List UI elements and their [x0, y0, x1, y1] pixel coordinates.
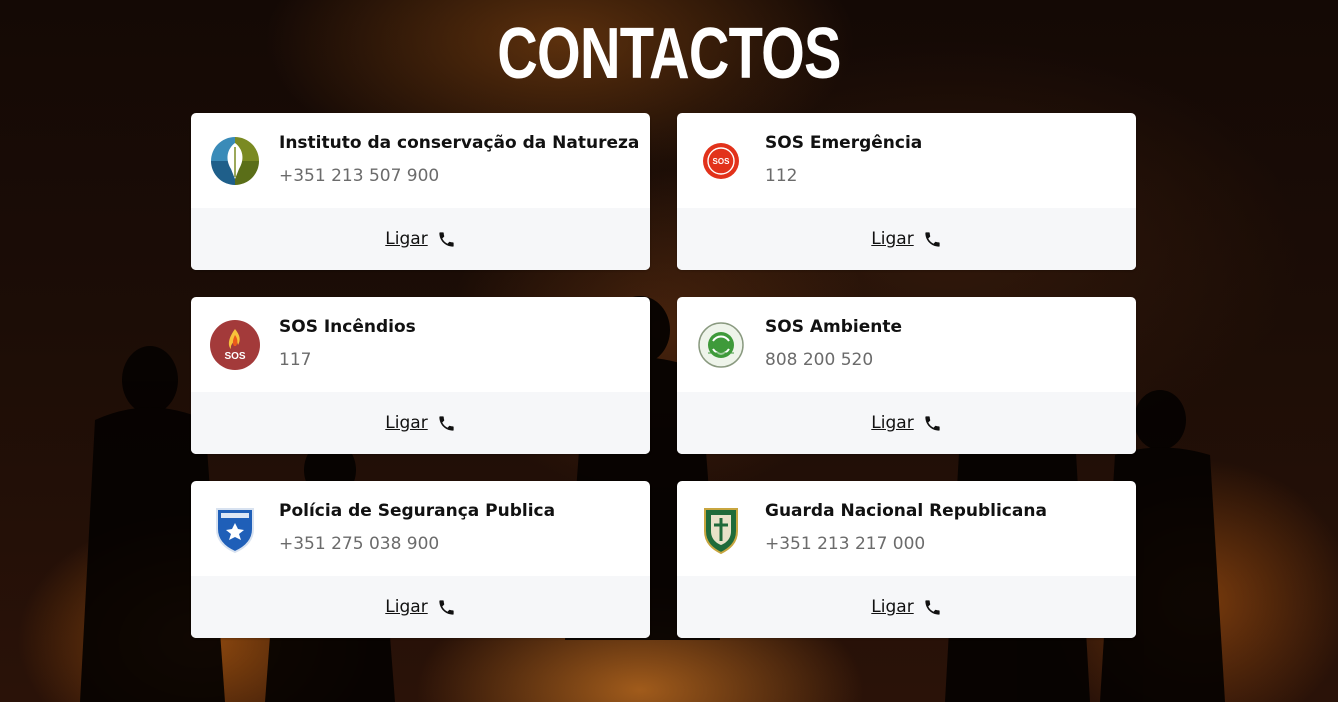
- phone-icon: [437, 598, 456, 617]
- contact-card: SOS SOS Incêndios 117 Ligar: [191, 297, 650, 454]
- contact-card-body: SOS SOS Emergência 112: [677, 113, 1136, 208]
- gnr-logo-icon: [695, 503, 747, 555]
- svg-text:SOS: SOS: [224, 351, 245, 362]
- phone-icon: [437, 414, 456, 433]
- phone-icon: [923, 414, 942, 433]
- call-label: Ligar: [871, 413, 914, 433]
- call-button[interactable]: Ligar: [385, 229, 455, 249]
- contact-card-footer: Ligar: [191, 392, 650, 454]
- call-button[interactable]: Ligar: [385, 413, 455, 433]
- contact-name: Guarda Nacional Republicana: [765, 501, 1047, 521]
- call-button[interactable]: Ligar: [871, 597, 941, 617]
- contact-card: Guarda Nacional Republicana +351 213 217…: [677, 481, 1136, 638]
- call-label: Ligar: [385, 597, 428, 617]
- call-label: Ligar: [385, 413, 428, 433]
- contact-card-footer: Ligar: [191, 208, 650, 270]
- contact-card-body: Instituto da conservação da Natureza +35…: [191, 113, 650, 208]
- contact-name: Instituto da conservação da Natureza: [279, 133, 640, 153]
- contact-name: SOS Emergência: [765, 133, 923, 153]
- call-button[interactable]: Ligar: [385, 597, 455, 617]
- contact-phone: +351 275 038 900: [279, 534, 440, 554]
- icnf-logo-icon: [209, 135, 261, 187]
- contact-card-footer: Ligar: [677, 208, 1136, 270]
- contact-card: Polícia de Segurança Publica +351 275 03…: [191, 481, 650, 638]
- call-button[interactable]: Ligar: [871, 229, 941, 249]
- contact-card-footer: Ligar: [677, 392, 1136, 454]
- contact-phone: 808 200 520: [765, 350, 874, 370]
- contact-card-body: SOS SOS Incêndios 117: [191, 297, 650, 392]
- contact-card-footer: Ligar: [677, 576, 1136, 638]
- contact-phone: +351 213 507 900: [279, 166, 440, 186]
- contact-name: Polícia de Segurança Publica: [279, 501, 556, 521]
- svg-text:SOS: SOS: [713, 157, 731, 166]
- call-label: Ligar: [871, 597, 914, 617]
- contact-phone: +351 213 217 000: [765, 534, 926, 554]
- page-title: CONTACTOS: [497, 14, 841, 94]
- call-label: Ligar: [385, 229, 428, 249]
- contact-card: SOS SOS Emergência 112 Ligar: [677, 113, 1136, 270]
- phone-icon: [437, 230, 456, 249]
- contact-card-body: Guarda Nacional Republicana +351 213 217…: [677, 481, 1136, 576]
- contact-name: SOS Ambiente: [765, 317, 903, 337]
- contact-phone: 112: [765, 166, 798, 186]
- contact-card: SOS Ambiente 808 200 520 Ligar: [677, 297, 1136, 454]
- contact-card-footer: Ligar: [191, 576, 650, 638]
- contact-card-body: Polícia de Segurança Publica +351 275 03…: [191, 481, 650, 576]
- sos-emergencia-logo-icon: SOS: [695, 135, 747, 187]
- contact-phone: 117: [279, 350, 312, 370]
- contact-card-body: SOS Ambiente 808 200 520: [677, 297, 1136, 392]
- psp-logo-icon: [209, 503, 261, 555]
- call-label: Ligar: [871, 229, 914, 249]
- phone-icon: [923, 598, 942, 617]
- contact-name: SOS Incêndios: [279, 317, 416, 337]
- sos-ambiente-logo-icon: [695, 319, 747, 371]
- phone-icon: [923, 230, 942, 249]
- call-button[interactable]: Ligar: [871, 413, 941, 433]
- sos-incendios-logo-icon: SOS: [209, 319, 261, 371]
- contacts-grid: Instituto da conservação da Natureza +35…: [191, 113, 1136, 638]
- contact-card: Instituto da conservação da Natureza +35…: [191, 113, 650, 270]
